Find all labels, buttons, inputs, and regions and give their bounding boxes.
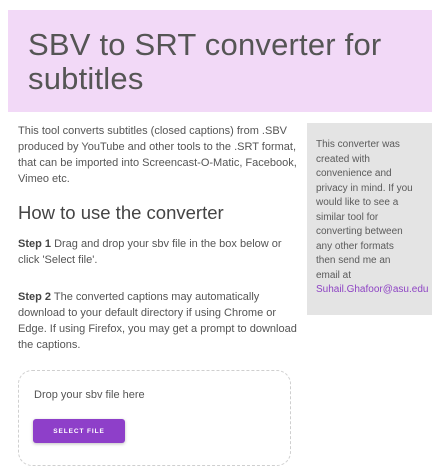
sidebar-line: any other formats — [316, 240, 394, 252]
sidebar-line: This converter was — [316, 139, 400, 150]
sidebar-line: convenience and — [316, 168, 392, 179]
page: SBV to SRT converter for subtitles This … — [0, 0, 439, 470]
main-content: This tool converts subtitles (closed cap… — [18, 123, 300, 353]
sidebar-line: privacy in mind. If you — [316, 182, 413, 194]
step-1: Step 1 Drag and drop your sbv file in th… — [18, 236, 300, 268]
sidebar-line: converting between — [316, 226, 403, 237]
step-1-text: click 'Select file'. — [18, 254, 98, 266]
howto-heading: How to use the converter — [18, 202, 224, 223]
page-title-line-1: SBV to SRT converter for — [28, 27, 382, 62]
page-title: SBV to SRT converter for subtitles — [28, 28, 432, 96]
intro-line: that can be imported into Screencast-O-M… — [18, 157, 297, 169]
sidebar-line: then send me an — [316, 255, 391, 266]
step-2-text: The converted captions may automatically — [51, 291, 260, 303]
intro-line: Vimeo etc. — [18, 173, 70, 185]
step-2-text: Edge. If using Firefox, you may get a pr… — [18, 323, 297, 335]
page-header: SBV to SRT converter for subtitles — [8, 10, 432, 112]
step-2: Step 2 The converted captions may automa… — [18, 289, 300, 353]
select-file-button[interactable]: SELECT FILE — [33, 419, 125, 443]
step-2-text: download to your default directory if us… — [18, 307, 277, 319]
step-1-text: Drag and drop your sbv file in the box b… — [51, 238, 282, 250]
page-title-line-2: subtitles — [28, 61, 144, 96]
sidebar-line: similar tool for — [316, 211, 379, 223]
step-1-label: Step 1 — [18, 238, 52, 250]
file-drop-zone[interactable]: Drop your sbv file here SELECT FILE — [18, 370, 291, 466]
step-2-label: Step 2 — [18, 291, 52, 303]
info-sidebar: This converter was created with convenie… — [307, 123, 432, 315]
sidebar-line: created with — [316, 153, 370, 165]
sidebar-line: would like to see a — [316, 197, 399, 208]
sidebar-line: email at — [316, 269, 352, 281]
drop-zone-prompt: Drop your sbv file here — [34, 389, 145, 401]
step-2-text: the captions. — [18, 339, 81, 351]
intro-text: This tool converts subtitles (closed cap… — [18, 123, 300, 187]
contact-email-link[interactable]: Suhail.Ghafoor@asu.edu — [316, 284, 428, 295]
intro-line: produced by YouTube and other tools to t… — [18, 141, 297, 153]
intro-line: This tool converts subtitles (closed cap… — [18, 125, 287, 137]
